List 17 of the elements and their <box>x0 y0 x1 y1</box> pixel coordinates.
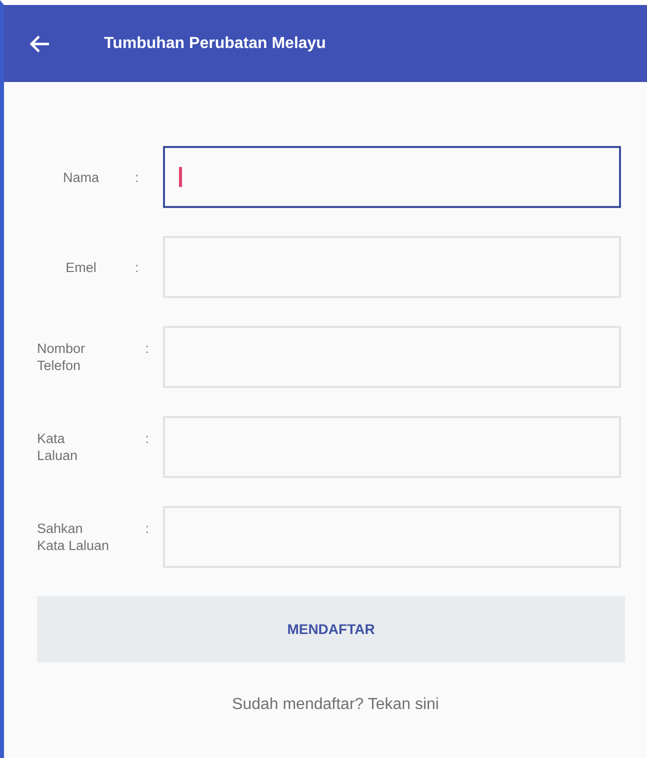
text-cursor-icon <box>179 167 182 187</box>
register-button[interactable]: MENDAFTAR <box>37 596 625 662</box>
back-button[interactable] <box>30 34 50 52</box>
label-colon: : <box>135 168 139 186</box>
field-label: Sahkan Kata Laluan <box>37 520 110 554</box>
label-colon: : <box>145 340 149 357</box>
app-title: Tumbuhan Perubatan Melayu <box>104 34 326 52</box>
label-colon: : <box>135 258 139 276</box>
field-label: Emel <box>64 258 98 276</box>
label-colon: : <box>145 520 149 537</box>
input-field[interactable] <box>163 146 621 208</box>
field-label: Nama <box>62 168 100 186</box>
field-label: Kata Laluan <box>37 430 79 464</box>
login-link[interactable]: Sudah mendaftar? Tekan sini <box>232 696 439 714</box>
label-colon: : <box>145 430 149 447</box>
back-arrow-icon <box>30 34 50 52</box>
field-label: Nombor Telefon <box>37 340 86 374</box>
